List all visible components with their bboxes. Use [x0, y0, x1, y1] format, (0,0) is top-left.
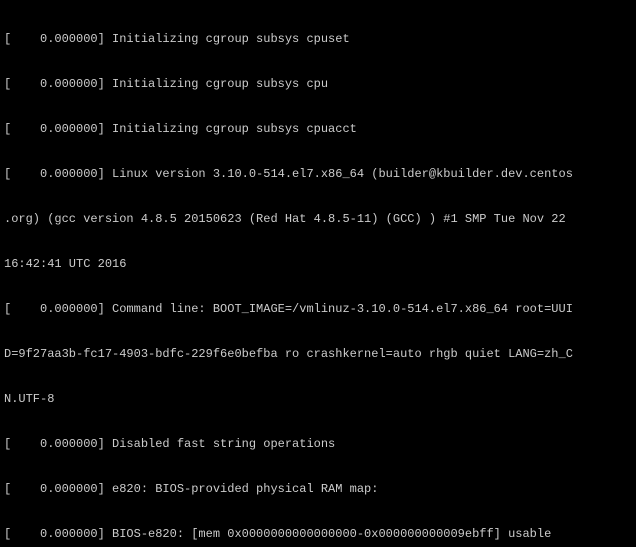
log-line: [ 0.000000] BIOS-e820: [mem 0x0000000000… [4, 527, 632, 542]
log-line: [ 0.000000] Initializing cgroup subsys c… [4, 122, 632, 137]
terminal-output[interactable]: [ 0.000000] Initializing cgroup subsys c… [0, 0, 636, 547]
log-line: [ 0.000000] Linux version 3.10.0-514.el7… [4, 167, 632, 182]
log-line: [ 0.000000] e820: BIOS-provided physical… [4, 482, 632, 497]
log-line: 16:42:41 UTC 2016 [4, 257, 632, 272]
log-line: [ 0.000000] Initializing cgroup subsys c… [4, 77, 632, 92]
log-line: D=9f27aa3b-fc17-4903-bdfc-229f6e0befba r… [4, 347, 632, 362]
log-line: [ 0.000000] Initializing cgroup subsys c… [4, 32, 632, 47]
log-line: [ 0.000000] Disabled fast string operati… [4, 437, 632, 452]
log-line: .org) (gcc version 4.8.5 20150623 (Red H… [4, 212, 632, 227]
log-line: [ 0.000000] Command line: BOOT_IMAGE=/vm… [4, 302, 632, 317]
log-line: N.UTF-8 [4, 392, 632, 407]
